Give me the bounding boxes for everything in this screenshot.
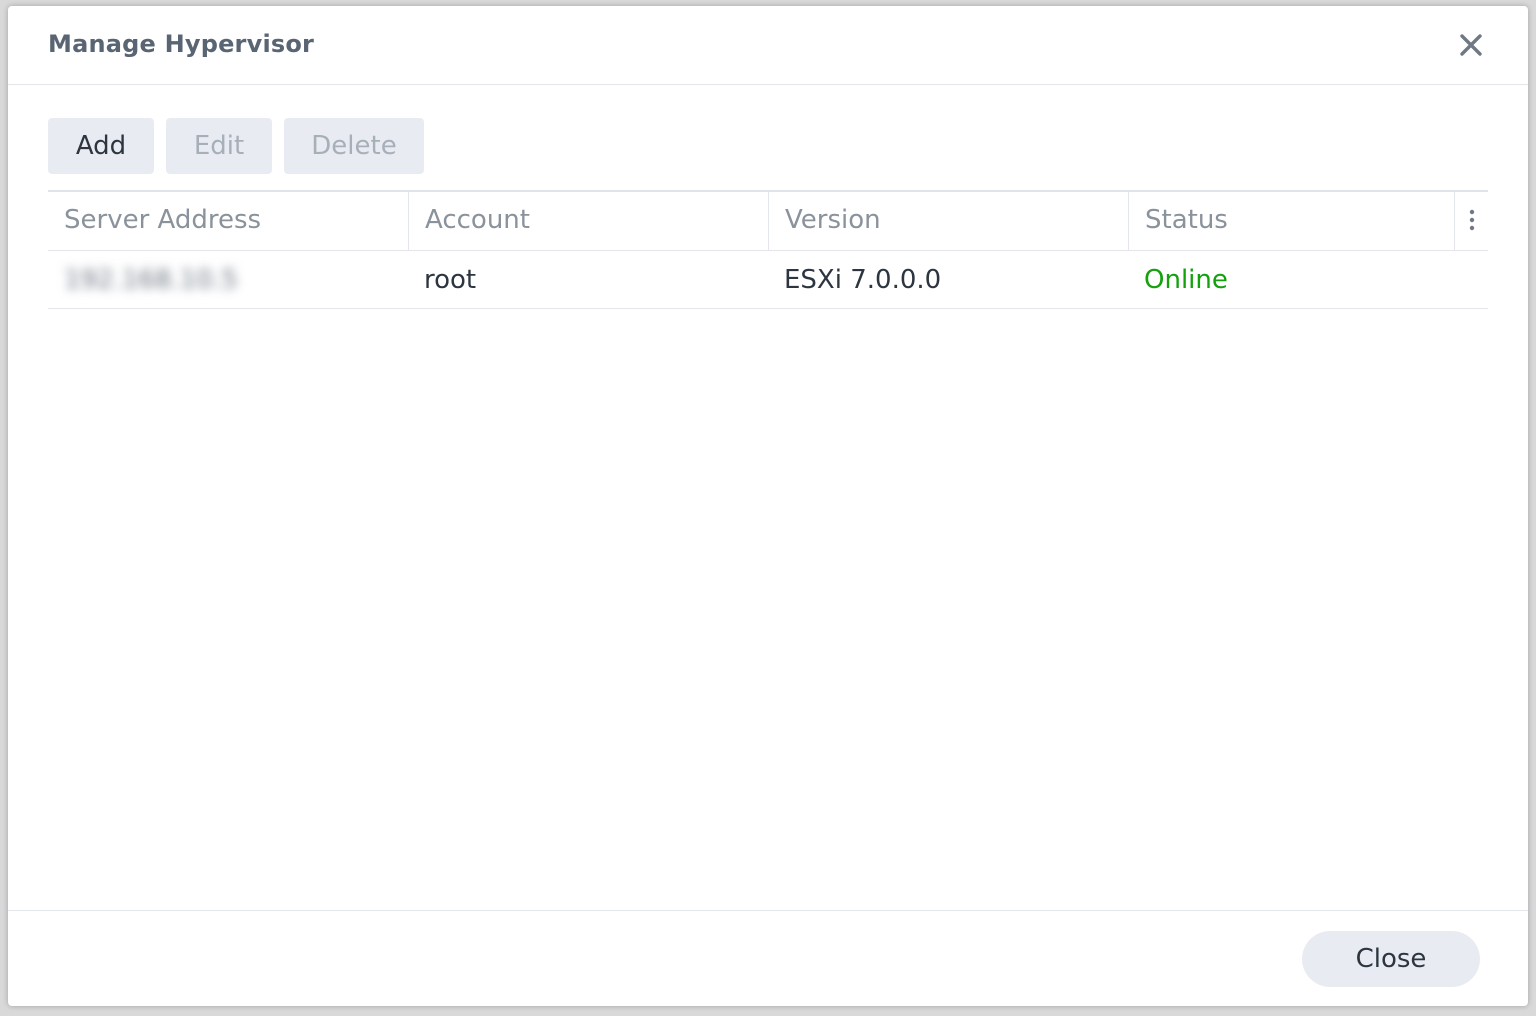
manage-hypervisor-dialog: Manage Hypervisor Add Edit Delete Server… <box>8 6 1528 1006</box>
status-cell: Online <box>1144 265 1228 295</box>
account-cell: root <box>424 265 477 295</box>
dialog-footer: Close <box>8 910 1528 1006</box>
more-vertical-icon[interactable] <box>1454 192 1488 250</box>
server-address-cell: 192.168.10.5 <box>48 251 408 308</box>
edit-button[interactable]: Edit <box>166 118 272 174</box>
dialog-titlebar: Manage Hypervisor <box>8 6 1528 85</box>
column-header-status[interactable]: Status <box>1128 192 1454 250</box>
column-header-account[interactable]: Account <box>408 192 768 250</box>
table-row[interactable]: 192.168.10.5 root ESXi 7.0.0.0 Online <box>48 251 1488 309</box>
close-button[interactable]: Close <box>1302 931 1480 987</box>
dialog-title: Manage Hypervisor <box>48 30 315 58</box>
column-header-server-address[interactable]: Server Address <box>48 192 408 250</box>
version-cell: ESXi 7.0.0.0 <box>784 265 942 295</box>
column-header-version[interactable]: Version <box>768 192 1128 250</box>
table-header: Server Address Account Version Status <box>48 190 1488 251</box>
delete-button[interactable]: Delete <box>284 118 424 174</box>
hypervisor-table: Server Address Account Version Status 19… <box>48 190 1488 309</box>
add-button[interactable]: Add <box>48 118 154 174</box>
server-address-value: 192.168.10.5 <box>64 265 238 295</box>
close-icon[interactable] <box>1456 30 1486 60</box>
